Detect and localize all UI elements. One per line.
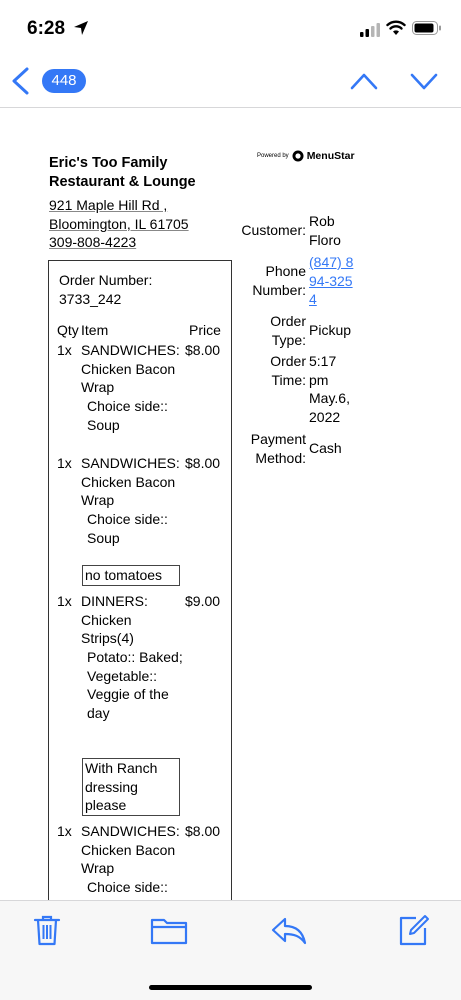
customer-label: Customer: xyxy=(241,222,306,238)
item-price: $8.00 xyxy=(185,342,221,358)
brand-name: MenuStar xyxy=(306,150,355,162)
item-options: Choice side:: xyxy=(87,879,168,895)
item-qty: 1x xyxy=(57,593,72,609)
chevron-up-icon[interactable] xyxy=(350,70,378,92)
reply-icon[interactable] xyxy=(270,913,308,947)
payment-method: Cash xyxy=(309,440,342,456)
item-price: $8.00 xyxy=(185,823,221,839)
item-note: no tomatoes xyxy=(82,565,180,586)
item-qty: 1x xyxy=(57,342,72,358)
item-name: SANDWICHES: Chicken Bacon Wrap xyxy=(81,455,180,509)
item-name: DINNERS: Chicken Strips(4) xyxy=(81,593,148,647)
signal-icon xyxy=(360,23,380,37)
restaurant-address: 921 Maple Hill Rd , Bloomington, IL 6170… xyxy=(49,196,189,252)
restaurant-phone[interactable]: 309-808-4223 xyxy=(49,233,189,252)
status-bar: 6:28 xyxy=(0,0,461,58)
order-details-box: Order Number: 3733_242 Qty Item Price 1x… xyxy=(48,260,232,900)
order-time: 5:17 pm May.6, 2022 xyxy=(309,353,350,425)
restaurant-name: Eric's Too Family Restaurant & Lounge xyxy=(49,155,196,190)
chevron-down-icon[interactable] xyxy=(410,70,438,92)
header-item: Item xyxy=(81,322,109,338)
address-line-2[interactable]: Bloomington, IL 61705 xyxy=(49,215,189,234)
battery-icon xyxy=(412,21,441,35)
item-price: $8.00 xyxy=(185,455,221,471)
message-nav-bar: 448 xyxy=(0,58,461,108)
wifi-icon xyxy=(386,20,406,35)
customer-phone-link[interactable]: (847) 894-3254 xyxy=(309,253,354,309)
home-indicator[interactable] xyxy=(149,985,312,990)
header-price: Price xyxy=(189,322,221,338)
email-body: Eric's Too Family Restaurant & Lounge Po… xyxy=(0,108,461,900)
payment-method-label: Payment Method: xyxy=(250,431,306,466)
powered-by-label: Powered by xyxy=(257,153,289,159)
menustar-logo-icon xyxy=(292,150,304,162)
trash-icon[interactable] xyxy=(30,913,64,947)
order-number: 3733_242 xyxy=(59,291,122,307)
compose-icon[interactable] xyxy=(396,913,430,947)
unread-count-badge[interactable]: 448 xyxy=(42,69,86,93)
item-options: Choice side:: Soup xyxy=(87,398,168,433)
address-line-1[interactable]: 921 Maple Hill Rd , xyxy=(49,196,189,215)
item-price: $9.00 xyxy=(185,593,221,609)
order-type-label: Order Type: xyxy=(270,313,306,348)
header-qty: Qty xyxy=(57,322,79,338)
customer-name: Rob Floro xyxy=(309,213,341,248)
location-arrow-icon xyxy=(74,21,88,35)
item-name: SANDWICHES: Chicken Bacon Wrap xyxy=(81,342,180,396)
order-time-label: Order Time: xyxy=(270,353,306,388)
powered-by-menustar: Powered by MenuStar xyxy=(257,150,355,162)
order-type: Pickup xyxy=(309,322,352,338)
item-options: Choice side:: Soup xyxy=(87,511,168,546)
chevron-left-icon[interactable] xyxy=(8,66,32,96)
item-qty: 1x xyxy=(57,823,72,839)
order-number-label: Order Number: xyxy=(59,272,153,288)
bottom-toolbar xyxy=(0,900,461,1000)
item-note: With Ranch dressing please xyxy=(82,758,180,816)
item-qty: 1x xyxy=(57,455,72,471)
phone-number-label: Phone Number: xyxy=(252,263,306,298)
item-options: Potato:: Baked; Vegetable:: Veggie of th… xyxy=(87,649,183,721)
status-time: 6:28 xyxy=(27,18,66,39)
folder-icon[interactable] xyxy=(150,913,188,947)
item-name: SANDWICHES: Chicken Bacon Wrap xyxy=(81,823,180,877)
